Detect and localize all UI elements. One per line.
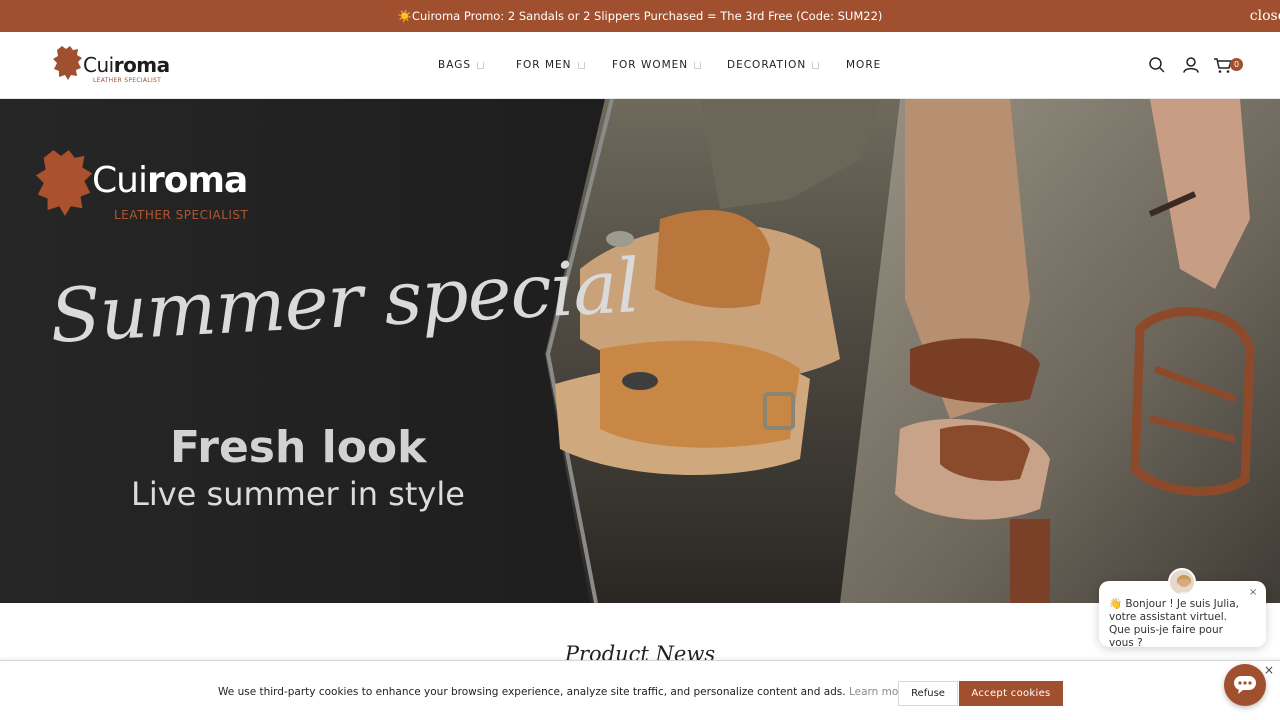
chat-launcher-close-icon[interactable]: × bbox=[1262, 663, 1276, 677]
chat-icon bbox=[1234, 676, 1256, 694]
nav-label: MORE bbox=[846, 59, 882, 71]
chat-assistant-avatar bbox=[1168, 568, 1196, 596]
main-nav: BAGS FOR MEN FOR WOMEN DECORATION MORE bbox=[0, 32, 1280, 99]
dropdown-icon bbox=[812, 61, 820, 69]
hero-headline: Fresh look bbox=[170, 422, 427, 473]
hero-banner[interactable]: Cuiroma LEATHER SPECIALIST Summer specia… bbox=[0, 99, 1280, 603]
nav-item-for-men[interactable]: FOR MEN bbox=[516, 59, 585, 71]
cookie-banner: We use third-party cookies to enhance yo… bbox=[0, 660, 1280, 720]
chat-launcher-button[interactable] bbox=[1224, 664, 1266, 706]
account-icon[interactable] bbox=[1180, 54, 1202, 76]
search-icon[interactable] bbox=[1146, 54, 1168, 76]
dropdown-icon bbox=[577, 61, 585, 69]
nav-label: BAGS bbox=[438, 59, 472, 71]
nav-item-bags[interactable]: BAGS bbox=[438, 59, 485, 71]
hero-subline: Live summer in style bbox=[131, 475, 465, 513]
dropdown-icon bbox=[477, 61, 485, 69]
promo-bar: ☀️Cuiroma Promo: 2 Sandals or 2 Slippers… bbox=[0, 0, 1280, 32]
dropdown-icon bbox=[694, 61, 702, 69]
nav-item-for-women[interactable]: FOR WOMEN bbox=[612, 59, 702, 71]
hero-logo: Cuiroma LEATHER SPECIALIST bbox=[34, 146, 274, 226]
leather-hide-icon bbox=[35, 150, 93, 216]
nav-item-decoration[interactable]: DECORATION bbox=[727, 59, 820, 71]
nav-item-more[interactable]: MORE bbox=[846, 59, 881, 71]
refuse-cookies-button[interactable]: Refuse bbox=[898, 681, 958, 706]
cookie-text: We use third-party cookies to enhance yo… bbox=[218, 686, 846, 698]
promo-close-link[interactable]: close bbox=[1250, 8, 1280, 24]
chat-message-text: 👋 Bonjour ! Je suis Julia, votre assista… bbox=[1109, 598, 1239, 649]
hero-logo-wordmark: Cuiroma bbox=[92, 160, 248, 201]
cookie-message: We use third-party cookies to enhance yo… bbox=[218, 686, 909, 698]
site-header: Cuiroma LEATHER SPECIALIST BAGS FOR MEN … bbox=[0, 32, 1280, 99]
promo-text: ☀️Cuiroma Promo: 2 Sandals or 2 Slippers… bbox=[397, 9, 883, 23]
hero-logo-tagline: LEATHER SPECIALIST bbox=[114, 208, 249, 222]
nav-label: FOR MEN bbox=[516, 59, 572, 71]
nav-label: DECORATION bbox=[727, 59, 807, 71]
cart-count-badge: 0 bbox=[1230, 58, 1243, 71]
accept-cookies-button[interactable]: Accept cookies bbox=[959, 681, 1063, 706]
chat-bubble-close-icon[interactable]: × bbox=[1249, 587, 1257, 598]
nav-label: FOR WOMEN bbox=[612, 59, 689, 71]
